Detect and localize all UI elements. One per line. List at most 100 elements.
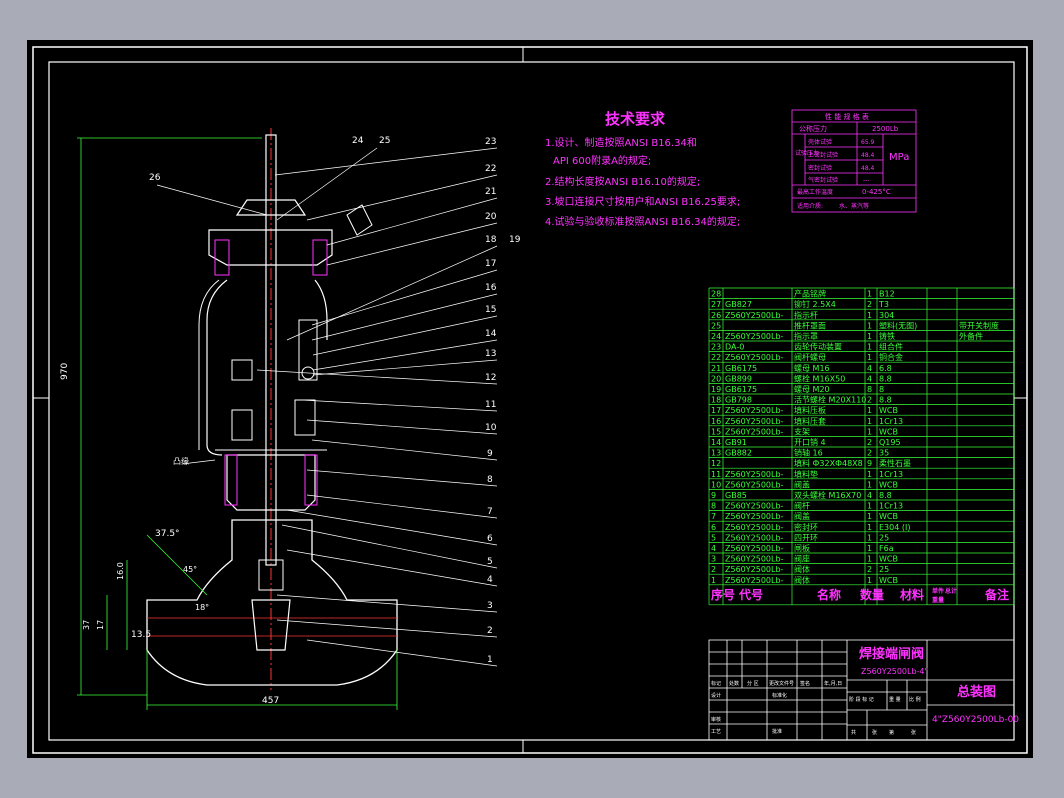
tb-label-approve: 批准 [772, 728, 782, 735]
bom-cell: 15 [711, 427, 721, 436]
bom-header-cell: 备注 [984, 587, 1009, 602]
bom-cell: WCB [879, 406, 898, 415]
balloon-6: 6 [487, 534, 493, 544]
bom-cell: GB798 [725, 396, 752, 405]
bom-cell: 螺母 M20 [794, 384, 830, 394]
bom-cell: 1Cr13 [879, 470, 903, 479]
bom-cell: DA-0 [725, 343, 744, 352]
dim-d4-text: 37 [82, 620, 91, 630]
bom-cell: 活节螺栓 M20X110 [794, 395, 866, 405]
bom-cell: 1 [867, 406, 872, 415]
bom-cell: GB91 [725, 438, 747, 447]
bom-cell: 2 [867, 449, 872, 458]
bom-cell: 16 [711, 417, 721, 426]
bom-cell: 8.8 [879, 396, 892, 405]
bom-cell: GB85 [725, 491, 747, 500]
tb-label-design: 设计 [711, 692, 721, 699]
balloon-labels: 24 25 26 23 22 21 20 18 19 17 16 15 14 1… [149, 136, 521, 665]
leader-4 [286, 549, 498, 587]
bom-cell: 13 [711, 449, 721, 458]
gland-bolt [298, 319, 318, 381]
tb-label-zone: 分 区 [747, 680, 759, 687]
bom-cell: 1 [711, 576, 716, 585]
bom-cell: 12 [711, 459, 721, 468]
bom-cell: 24 [711, 332, 721, 341]
balloon-11: 11 [485, 400, 496, 410]
tb-label-review: 审核 [711, 716, 721, 723]
tech-line-2: API 600附录A的规定; [553, 154, 651, 167]
bom-cell: 3 [711, 555, 716, 564]
bom-cell: 6.8 [879, 364, 892, 373]
bom-cell: 1 [867, 321, 872, 330]
bom-cell: 35 [879, 449, 889, 458]
tb-scale: 比 例 [909, 696, 921, 703]
balloon-18: 18 [485, 235, 497, 245]
packing-left [231, 409, 253, 441]
tech-line-1: 1.设计、制造按照ANSI B16.34和 [545, 136, 697, 149]
bom-cell: Z560Y2500Lb- [725, 544, 784, 553]
bom-cell: 2 [867, 438, 872, 447]
bom-cell: Z560Y2500Lb- [725, 555, 784, 564]
bom-cell: 10 [711, 480, 721, 489]
perf-test-1: 壳体试验 [808, 138, 832, 146]
drawing-title: 总装图 [957, 684, 996, 700]
balloon-1: 1 [487, 655, 493, 665]
bom-cell: 1 [867, 417, 872, 426]
bom-cell: 阀体 [794, 575, 810, 585]
bom-cell: Q195 [879, 438, 901, 447]
bom-cell: 柔性石墨 [879, 458, 911, 468]
title-text: 焊接端闸阀 Z560Y2500Lb-4" 总装图 4"Z560Y2500Lb-0… [711, 646, 1019, 736]
perf-test-3-val: 48.4 [861, 165, 875, 172]
bom-cell: Z560Y2500Lb- [725, 332, 784, 341]
bom-cell: F6a [879, 544, 894, 553]
leader-13 [312, 359, 498, 376]
valve-body-group [146, 128, 398, 690]
bom-cell: 双头螺栓 M16X70 [794, 490, 861, 500]
bom-cell: 支架 [794, 426, 810, 436]
bom-table: 28 产品铭牌 1 B1227 GB827 铆钉 2.5X4 2 T326 Z560Y2500L… [708, 287, 1015, 606]
bom-cell: GB6175 [725, 385, 757, 394]
bom-cell: 8 [867, 385, 872, 394]
bom-cell: 8.8 [879, 374, 892, 383]
leader-6 [286, 509, 498, 546]
bom-cell: 2 [711, 565, 716, 574]
bom-cell: 阀座 [794, 554, 810, 564]
bom-cell: 2 [867, 396, 872, 405]
bom-cell: 18 [711, 396, 721, 405]
tb-label-sign: 签名 [800, 680, 810, 687]
bom-cell: 1 [867, 470, 872, 479]
balloon-4: 4 [487, 575, 493, 585]
balloon-9: 9 [487, 449, 493, 459]
balloon-16: 16 [485, 283, 497, 293]
tech-line-5: 4.试验与验收标准按照ANSI B16.34的规定; [545, 215, 740, 228]
balloon-15: 15 [485, 305, 496, 315]
balloon-2: 2 [487, 626, 493, 636]
bom-cell: WCB [879, 427, 898, 436]
bom-cell: 25 [879, 565, 889, 574]
dim-width-text: 457 [262, 696, 279, 706]
tech-title: 技术要求 [605, 110, 666, 128]
bom-cell: B12 [879, 290, 895, 299]
bom-cell: 指示罩 [794, 331, 818, 341]
bom-cell: 填料压板 [794, 405, 826, 415]
bom-cell: WCB [879, 512, 898, 521]
bom-cell: 闸板 [794, 543, 810, 553]
tb-sheet-unit2: 张 [911, 729, 916, 736]
tb-label-craft: 工艺 [711, 729, 721, 735]
balloon-8: 8 [487, 475, 493, 485]
product-model: Z560Y2500Lb-4" [861, 667, 928, 676]
bom-header-cell: 名称 [817, 587, 841, 602]
bom-cell: 21 [711, 364, 721, 373]
bom-cell: GB882 [725, 449, 752, 458]
bom-cell: 8 [879, 385, 884, 394]
perf-title: 性 能 规 格 表 [825, 112, 869, 121]
perf-test-2-val: 48.4 [861, 152, 875, 159]
bom-cell: Z560Y2500Lb- [725, 427, 784, 436]
leader-14 [312, 339, 498, 371]
bom-cell: Z560Y2500Lb- [725, 406, 784, 415]
balloon-21: 21 [485, 187, 496, 197]
leader-7 [306, 494, 498, 519]
balloon-12: 12 [485, 373, 496, 383]
tb-sheet-unit1: 张 [872, 729, 877, 736]
bom-cell: 铜合金 [879, 352, 903, 362]
